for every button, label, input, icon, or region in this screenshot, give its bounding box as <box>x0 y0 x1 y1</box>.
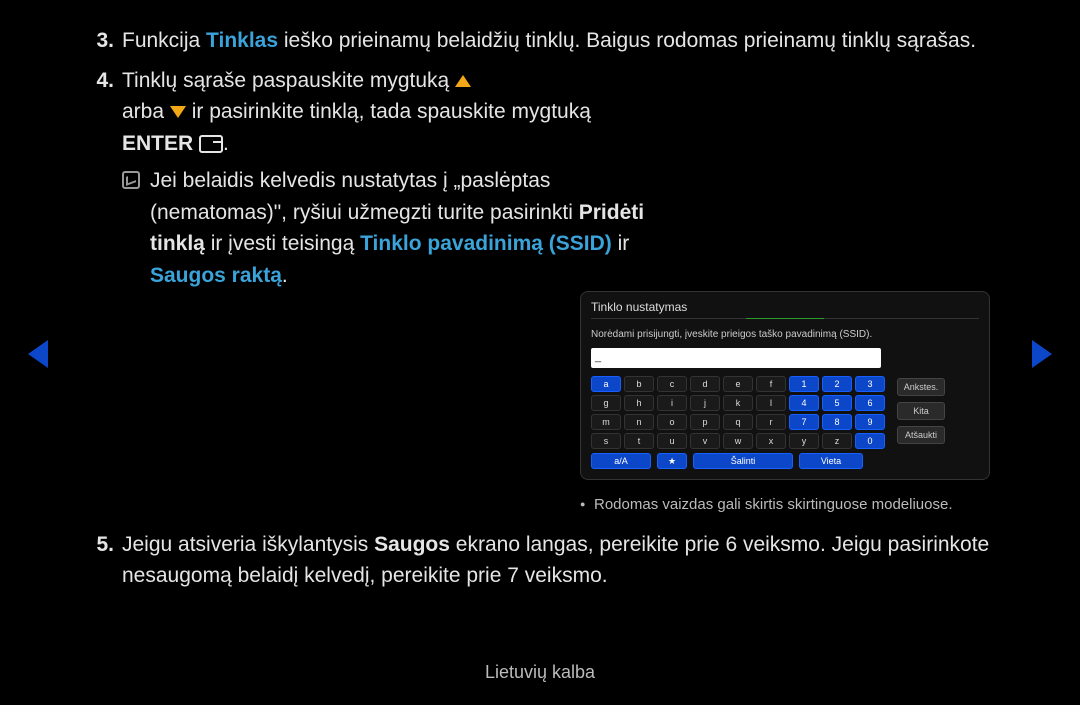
key-d[interactable]: d <box>690 376 720 392</box>
key-h[interactable]: h <box>624 395 654 411</box>
key-z[interactable]: z <box>822 433 852 449</box>
key-q[interactable]: q <box>723 414 753 430</box>
key-i[interactable]: i <box>657 395 687 411</box>
next-button[interactable]: Kita <box>897 402 945 420</box>
term-ssid: Tinklo pavadinimą (SSID) <box>360 232 612 255</box>
key-k[interactable]: k <box>723 395 753 411</box>
term-tinklas: Tinklas <box>206 29 278 52</box>
key-0[interactable]: 0 <box>855 433 885 449</box>
key-2[interactable]: 2 <box>822 376 852 392</box>
footer-language: Lietuvių kalba <box>0 662 1080 683</box>
step-5-number: 5. <box>90 529 122 592</box>
step-3-number: 3. <box>90 25 122 57</box>
term-security: Saugos <box>374 533 450 556</box>
panel-title: Tinklo nustatymas <box>591 298 979 316</box>
key-1[interactable]: 1 <box>789 376 819 392</box>
key-6[interactable]: 6 <box>855 395 885 411</box>
key-p[interactable]: p <box>690 414 720 430</box>
enter-icon <box>199 135 223 153</box>
figure-disclaimer: Rodomas vaizdas gali skirtis skirtinguos… <box>580 494 990 517</box>
term-security-key: Saugos raktą <box>150 264 282 287</box>
cancel-button[interactable]: Atšaukti <box>897 426 945 444</box>
key-b[interactable]: b <box>624 376 654 392</box>
key-w[interactable]: w <box>723 433 753 449</box>
enter-label: ENTER <box>122 132 193 155</box>
down-arrow-icon <box>170 106 186 118</box>
key-3[interactable]: 3 <box>855 376 885 392</box>
network-setup-panel: Tinklo nustatymas Norėdami prisijungti, … <box>580 291 990 480</box>
onscreen-keyboard: a b c d e f 1 2 3 g h i <box>591 376 885 469</box>
key-g[interactable]: g <box>591 395 621 411</box>
nav-next-icon[interactable] <box>1032 340 1052 368</box>
ssid-input[interactable] <box>591 348 881 368</box>
step-4-note: Jei belaidis kelvedis nustatytas į „pasl… <box>150 165 662 291</box>
key-star[interactable]: ★ <box>657 453 687 469</box>
key-a[interactable]: a <box>591 376 621 392</box>
nav-previous-icon[interactable] <box>28 340 48 368</box>
key-r[interactable]: r <box>756 414 786 430</box>
key-u[interactable]: u <box>657 433 687 449</box>
step-5-text: Jeigu atsiveria iškylantysis Saugos ekra… <box>122 529 990 592</box>
key-y[interactable]: y <box>789 433 819 449</box>
step-4-number: 4. <box>90 65 122 517</box>
step-4-text: Tinklų sąraše paspauskite mygtuką arba i… <box>122 65 662 292</box>
key-l[interactable]: l <box>756 395 786 411</box>
panel-divider <box>591 318 979 319</box>
key-5[interactable]: 5 <box>822 395 852 411</box>
key-space[interactable]: Vieta <box>799 453 863 469</box>
key-f[interactable]: f <box>756 376 786 392</box>
key-o[interactable]: o <box>657 414 687 430</box>
key-delete[interactable]: Šalinti <box>693 453 793 469</box>
key-n[interactable]: n <box>624 414 654 430</box>
key-c[interactable]: c <box>657 376 687 392</box>
key-case-toggle[interactable]: a/A <box>591 453 651 469</box>
key-8[interactable]: 8 <box>822 414 852 430</box>
key-7[interactable]: 7 <box>789 414 819 430</box>
key-v[interactable]: v <box>690 433 720 449</box>
key-t[interactable]: t <box>624 433 654 449</box>
key-x[interactable]: x <box>756 433 786 449</box>
previous-button[interactable]: Ankstes. <box>897 378 945 396</box>
key-e[interactable]: e <box>723 376 753 392</box>
key-4[interactable]: 4 <box>789 395 819 411</box>
key-9[interactable]: 9 <box>855 414 885 430</box>
key-j[interactable]: j <box>690 395 720 411</box>
note-icon <box>122 171 140 189</box>
up-arrow-icon <box>455 75 471 87</box>
key-m[interactable]: m <box>591 414 621 430</box>
panel-instruction: Norėdami prisijungti, įveskite prieigos … <box>591 327 979 342</box>
step-3-text: Funkcija Tinklas ieško prieinamų belaidž… <box>122 25 990 57</box>
key-s[interactable]: s <box>591 433 621 449</box>
